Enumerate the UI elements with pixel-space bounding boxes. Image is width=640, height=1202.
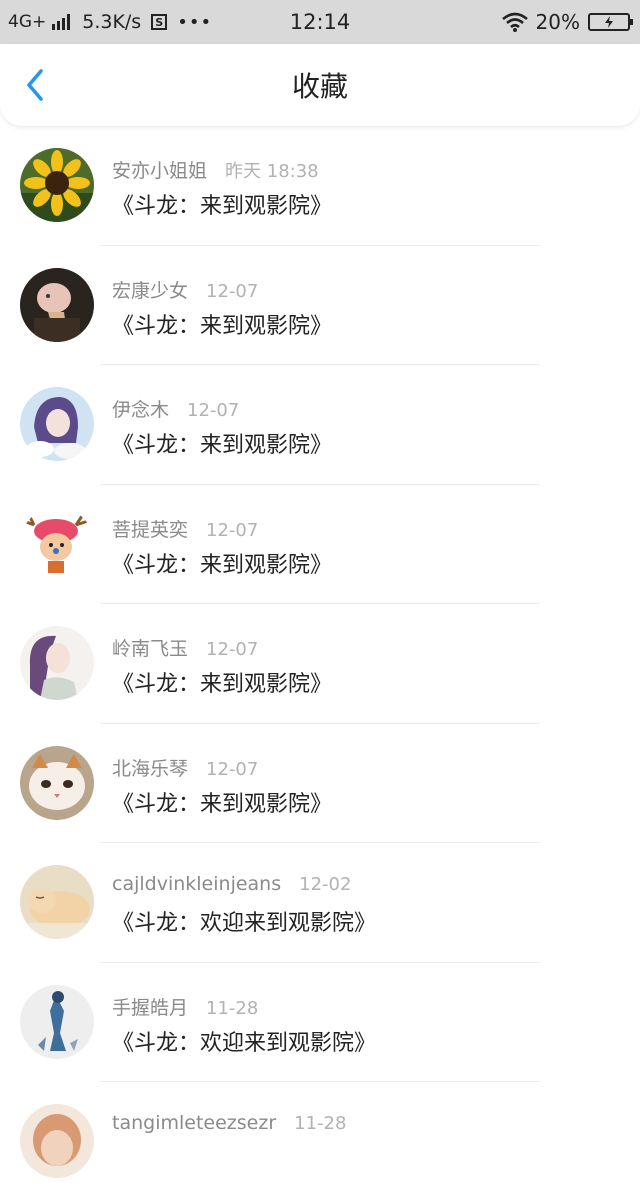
page-title: 收藏	[291, 70, 348, 103]
item-meta: 伊念木 12-07	[112, 395, 239, 422]
avatar[interactable]	[20, 387, 94, 461]
avatar[interactable]	[20, 506, 94, 581]
user-name[interactable]: 岭南飞玉	[112, 634, 188, 661]
item-meta: tangimleteezsezr 11-28	[112, 1112, 346, 1134]
favorite-title[interactable]: 《斗龙：来到观影院》	[112, 427, 332, 459]
favorite-title[interactable]: 《斗龙：来到观影院》	[112, 188, 332, 220]
user-name[interactable]: 宏康少女	[112, 276, 188, 303]
status-left: 4G+ 5.3K/s S •••	[8, 0, 212, 44]
favorite-title[interactable]: 《斗龙：来到观影院》	[112, 547, 332, 579]
avatar[interactable]	[20, 626, 94, 700]
timestamp: 12-07	[187, 400, 240, 421]
list-item[interactable]: 宏康少女 12-07 《斗龙：来到观影院》	[0, 246, 640, 365]
nav-bar: 收藏	[0, 44, 640, 126]
list-item[interactable]: 北海乐琴 12-07 《斗龙：来到观影院》	[0, 724, 640, 843]
avatar[interactable]	[20, 984, 94, 1059]
favorites-list: 安亦小姐姐 昨天 18:38 《斗龙：来到观影院》 宏康少女 12-07 《斗龙…	[0, 126, 640, 1202]
timestamp: 11-28	[206, 997, 259, 1019]
favorite-title[interactable]: 《斗龙：来到观影院》	[112, 666, 332, 698]
item-meta: cajldvinkleinjeans 12-02	[112, 873, 351, 895]
list-item[interactable]: tangimleteezsezr 11-28	[0, 1082, 640, 1202]
favorite-title[interactable]: 《斗龙：来到观影院》	[112, 308, 332, 340]
avatar[interactable]	[20, 865, 94, 939]
user-name[interactable]: 菩提英奕	[112, 515, 188, 542]
s-badge-icon: S	[151, 14, 168, 30]
timestamp: 12-07	[206, 639, 259, 660]
battery-icon	[588, 13, 633, 31]
timestamp: 12-07	[206, 280, 259, 302]
item-meta: 菩提英奕 12-07	[112, 515, 258, 542]
user-name[interactable]: 手握皓月	[112, 993, 188, 1020]
avatar[interactable]	[20, 745, 94, 820]
timestamp: 12-07	[206, 758, 259, 780]
network-type: 4G+	[8, 12, 47, 32]
user-name[interactable]: 伊念木	[112, 395, 169, 422]
user-name[interactable]: 北海乐琴	[112, 754, 188, 781]
list-item[interactable]: 伊念木 12-07 《斗龙：来到观影院》	[0, 365, 640, 485]
user-name[interactable]: cajldvinkleinjeans	[112, 873, 281, 895]
battery-percent: 20%	[535, 10, 580, 34]
item-meta: 北海乐琴 12-07	[112, 754, 258, 781]
timestamp: 12-07	[206, 519, 259, 541]
item-meta: 手握皓月 11-28	[112, 993, 258, 1020]
timestamp: 11-28	[294, 1113, 347, 1134]
list-item[interactable]: 岭南飞玉 12-07 《斗龙：来到观影院》	[0, 604, 640, 724]
list-item[interactable]: cajldvinkleinjeans 12-02 《斗龙：欢迎来到观影院》	[0, 843, 640, 963]
wifi-icon	[501, 12, 528, 32]
network-speed: 5.3K/s	[82, 11, 142, 33]
timestamp: 12-02	[299, 874, 352, 895]
item-meta: 宏康少女 12-07	[112, 276, 258, 303]
user-name[interactable]: tangimleteezsezr	[112, 1112, 276, 1134]
favorite-title[interactable]: 《斗龙：欢迎来到观影院》	[112, 1025, 376, 1057]
user-name[interactable]: 安亦小姐姐	[112, 156, 207, 183]
more-notifications-icon: •••	[177, 11, 213, 33]
favorite-title[interactable]: 《斗龙：欢迎来到观影院》	[112, 905, 376, 937]
list-item[interactable]: 手握皓月 11-28 《斗龙：欢迎来到观影院》	[0, 963, 640, 1082]
status-bar: 4G+ 5.3K/s S ••• 12:14 20%	[0, 0, 640, 44]
list-item[interactable]: 菩提英奕 12-07 《斗龙：来到观影院》	[0, 485, 640, 604]
avatar[interactable]	[20, 267, 94, 342]
signal-icon	[52, 14, 71, 30]
charging-bolt-icon	[605, 16, 613, 28]
avatar[interactable]	[20, 1104, 94, 1178]
item-meta: 安亦小姐姐 昨天 18:38	[112, 156, 319, 183]
status-right: 20%	[501, 0, 633, 44]
list-item[interactable]: 安亦小姐姐 昨天 18:38 《斗龙：来到观影院》	[0, 126, 640, 246]
item-meta: 岭南飞玉 12-07	[112, 634, 258, 661]
avatar[interactable]	[20, 148, 94, 222]
favorite-title[interactable]: 《斗龙：来到观影院》	[112, 786, 332, 818]
timestamp: 昨天 18:38	[225, 161, 319, 182]
